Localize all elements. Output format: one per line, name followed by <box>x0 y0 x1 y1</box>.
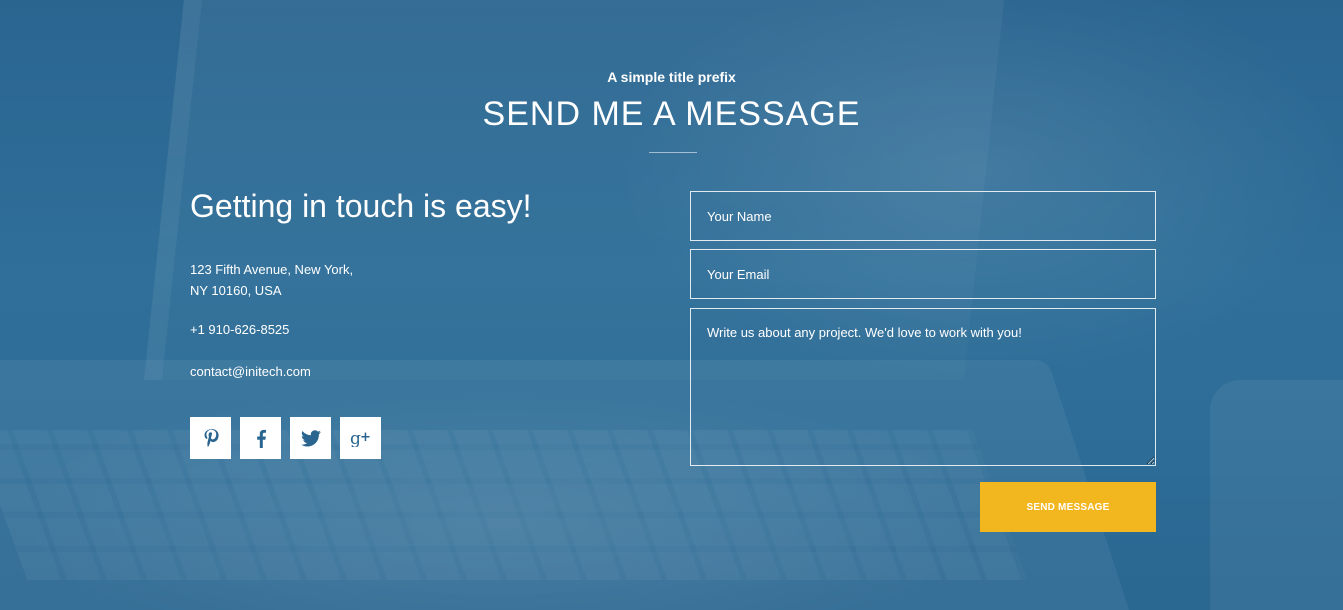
address-line-1: 123 Fifth Avenue, New York, <box>190 262 354 277</box>
message-field[interactable] <box>690 308 1156 466</box>
contact-heading: Getting in touch is easy! <box>190 188 532 224</box>
send-message-button[interactable]: SEND MESSAGE <box>980 482 1156 532</box>
title-prefix: A simple title prefix <box>607 69 736 85</box>
page-title: SEND ME A MESSAGE <box>482 95 861 133</box>
contact-section: A simple title prefix SEND ME A MESSAGE … <box>0 0 1343 610</box>
google-plus-icon: g + <box>350 429 372 447</box>
svg-text:+: + <box>360 430 371 445</box>
email-address: contact@initech.com <box>190 364 311 379</box>
pinterest-icon <box>202 428 220 448</box>
google-plus-button[interactable]: g + <box>340 417 381 459</box>
twitter-button[interactable] <box>290 417 331 459</box>
name-field[interactable] <box>690 191 1156 241</box>
social-links: g + <box>190 417 381 459</box>
address-line-2: NY 10160, USA <box>190 283 282 298</box>
phone-number: +1 910-626-8525 <box>190 322 290 337</box>
facebook-button[interactable] <box>240 417 281 459</box>
twitter-icon <box>300 429 321 447</box>
facebook-icon <box>255 428 267 448</box>
email-field[interactable] <box>690 249 1156 299</box>
address: 123 Fifth Avenue, New York, NY 10160, US… <box>190 259 353 301</box>
title-divider <box>649 152 697 153</box>
pinterest-button[interactable] <box>190 417 231 459</box>
